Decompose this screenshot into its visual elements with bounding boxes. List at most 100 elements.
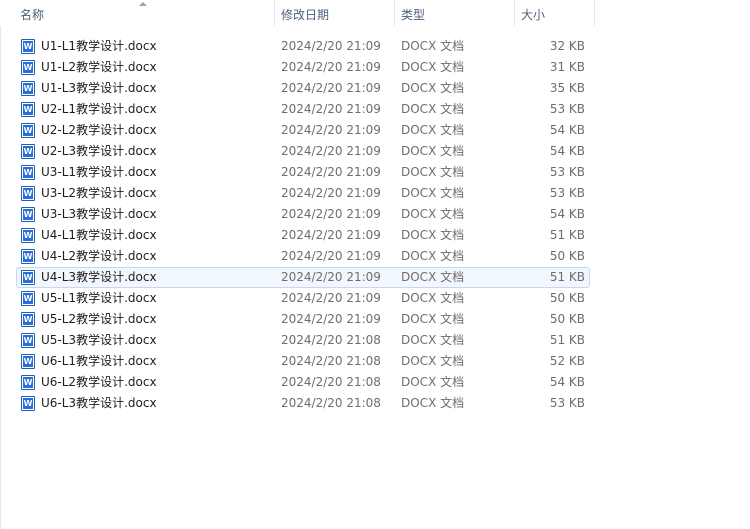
file-name: U1-L3教学设计.docx	[41, 81, 157, 95]
file-row[interactable]: W U6-L3教学设计.docx 2024/2/20 21:08 DOCX 文档 53 …	[16, 393, 590, 414]
word-doc-icon-glyph: W	[23, 293, 33, 304]
file-row[interactable]: W U6-L2教学设计.docx 2024/2/20 21:08 DOCX 文档 54 …	[16, 372, 590, 393]
file-name: U4-L1教学设计.docx	[41, 228, 157, 242]
file-row[interactable]: W U2-L1教学设计.docx 2024/2/20 21:09 DOCX 文档 53 …	[16, 99, 590, 120]
file-size: 53 KB	[549, 186, 585, 200]
word-doc-icon-glyph: W	[23, 356, 33, 367]
file-type: DOCX 文档	[401, 60, 465, 74]
file-name: U2-L1教学设计.docx	[41, 102, 157, 116]
word-doc-icon: W	[21, 396, 35, 411]
file-name: U6-L1教学设计.docx	[41, 354, 157, 368]
file-type: DOCX 文档	[401, 144, 465, 158]
file-size: 51 KB	[549, 270, 585, 284]
file-date-modified: 2024/2/20 21:09	[281, 102, 381, 116]
file-size: 54 KB	[549, 375, 585, 389]
word-doc-icon-glyph: W	[23, 104, 33, 115]
file-row[interactable]: W U5-L1教学设计.docx 2024/2/20 21:09 DOCX 文档 50 …	[16, 288, 590, 309]
word-doc-icon-glyph: W	[23, 377, 33, 388]
file-date-modified: 2024/2/20 21:09	[281, 228, 381, 242]
word-doc-icon: W	[21, 228, 35, 243]
file-explorer-window: 名称 修改日期 类型 大小 W U1-L1教学设计.docx 2024/2/20 2…	[0, 0, 750, 529]
file-type: DOCX 文档	[401, 39, 465, 53]
column-header-size[interactable]: 大小	[515, 0, 595, 26]
file-row[interactable]: W U2-L2教学设计.docx 2024/2/20 21:09 DOCX 文档 54 …	[16, 120, 590, 141]
file-size: 54 KB	[549, 123, 585, 137]
file-name: U6-L3教学设计.docx	[41, 396, 157, 410]
column-header-date-modified[interactable]: 修改日期	[275, 0, 395, 26]
file-row[interactable]: W U2-L3教学设计.docx 2024/2/20 21:09 DOCX 文档 54 …	[16, 141, 590, 162]
file-date-modified: 2024/2/20 21:08	[281, 396, 381, 410]
word-doc-icon: W	[21, 123, 35, 138]
file-size: 50 KB	[549, 312, 585, 326]
file-date-modified: 2024/2/20 21:08	[281, 354, 381, 368]
word-doc-icon: W	[21, 186, 35, 201]
word-doc-icon: W	[21, 207, 35, 222]
file-name: U2-L3教学设计.docx	[41, 144, 157, 158]
file-type: DOCX 文档	[401, 354, 465, 368]
word-doc-icon: W	[21, 375, 35, 390]
word-doc-icon-glyph: W	[23, 209, 33, 220]
file-row[interactable]: W U6-L1教学设计.docx 2024/2/20 21:08 DOCX 文档 52 …	[16, 351, 590, 372]
file-type: DOCX 文档	[401, 270, 465, 284]
file-date-modified: 2024/2/20 21:09	[281, 312, 381, 326]
file-date-modified: 2024/2/20 21:09	[281, 270, 381, 284]
file-date-modified: 2024/2/20 21:09	[281, 60, 381, 74]
file-date-modified: 2024/2/20 21:09	[281, 81, 381, 95]
file-name: U2-L2教学设计.docx	[41, 123, 157, 137]
file-date-modified: 2024/2/20 21:09	[281, 39, 381, 53]
word-doc-icon-glyph: W	[23, 188, 33, 199]
file-name: U6-L2教学设计.docx	[41, 375, 157, 389]
word-doc-icon-glyph: W	[23, 41, 33, 52]
file-size: 50 KB	[549, 249, 585, 263]
word-doc-icon: W	[21, 102, 35, 117]
file-row[interactable]: W U1-L3教学设计.docx 2024/2/20 21:09 DOCX 文档 35 …	[16, 78, 590, 99]
file-date-modified: 2024/2/20 21:09	[281, 207, 381, 221]
column-header-bar: 名称 修改日期 类型 大小	[0, 0, 750, 26]
column-header-name[interactable]: 名称	[14, 0, 275, 26]
file-date-modified: 2024/2/20 21:08	[281, 375, 381, 389]
file-row[interactable]: W U1-L2教学设计.docx 2024/2/20 21:09 DOCX 文档 31 …	[16, 57, 590, 78]
file-name: U4-L3教学设计.docx	[41, 270, 157, 284]
file-name: U3-L2教学设计.docx	[41, 186, 157, 200]
file-type: DOCX 文档	[401, 249, 465, 263]
word-doc-icon-glyph: W	[23, 314, 33, 325]
file-size: 35 KB	[549, 81, 585, 95]
word-doc-icon-glyph: W	[23, 335, 33, 346]
file-row[interactable]: W U4-L3教学设计.docx 2024/2/20 21:09 DOCX 文档 51 …	[16, 267, 590, 288]
file-type: DOCX 文档	[401, 375, 465, 389]
file-size: 50 KB	[549, 291, 585, 305]
word-doc-icon: W	[21, 333, 35, 348]
word-doc-icon: W	[21, 249, 35, 264]
word-doc-icon-glyph: W	[23, 272, 33, 283]
file-size: 53 KB	[549, 165, 585, 179]
file-row[interactable]: W U5-L2教学设计.docx 2024/2/20 21:09 DOCX 文档 50 …	[16, 309, 590, 330]
file-date-modified: 2024/2/20 21:09	[281, 165, 381, 179]
word-doc-icon: W	[21, 270, 35, 285]
file-type: DOCX 文档	[401, 165, 465, 179]
file-row[interactable]: W U5-L3教学设计.docx 2024/2/20 21:08 DOCX 文档 51 …	[16, 330, 590, 351]
file-row[interactable]: W U3-L1教学设计.docx 2024/2/20 21:09 DOCX 文档 53 …	[16, 162, 590, 183]
file-name: U4-L2教学设计.docx	[41, 249, 157, 263]
file-type: DOCX 文档	[401, 396, 465, 410]
file-row[interactable]: W U3-L3教学设计.docx 2024/2/20 21:09 DOCX 文档 54 …	[16, 204, 590, 225]
file-row[interactable]: W U4-L2教学设计.docx 2024/2/20 21:09 DOCX 文档 50 …	[16, 246, 590, 267]
file-type: DOCX 文档	[401, 81, 465, 95]
file-row[interactable]: W U4-L1教学设计.docx 2024/2/20 21:09 DOCX 文档 51 …	[16, 225, 590, 246]
file-size: 31 KB	[549, 60, 585, 74]
word-doc-icon: W	[21, 312, 35, 327]
word-doc-icon-glyph: W	[23, 83, 33, 94]
word-doc-icon-glyph: W	[23, 125, 33, 136]
word-doc-icon-glyph: W	[23, 230, 33, 241]
file-size: 51 KB	[549, 228, 585, 242]
column-header-type[interactable]: 类型	[395, 0, 515, 26]
file-date-modified: 2024/2/20 21:09	[281, 186, 381, 200]
file-name: U5-L2教学设计.docx	[41, 312, 157, 326]
file-row[interactable]: W U3-L2教学设计.docx 2024/2/20 21:09 DOCX 文档 53 …	[16, 183, 590, 204]
word-doc-icon: W	[21, 291, 35, 306]
word-doc-icon: W	[21, 81, 35, 96]
file-row[interactable]: W U1-L1教学设计.docx 2024/2/20 21:09 DOCX 文档 32 …	[16, 36, 590, 57]
word-doc-icon-glyph: W	[23, 167, 33, 178]
file-type: DOCX 文档	[401, 186, 465, 200]
file-size: 32 KB	[549, 39, 585, 53]
file-name: U3-L3教学设计.docx	[41, 207, 157, 221]
